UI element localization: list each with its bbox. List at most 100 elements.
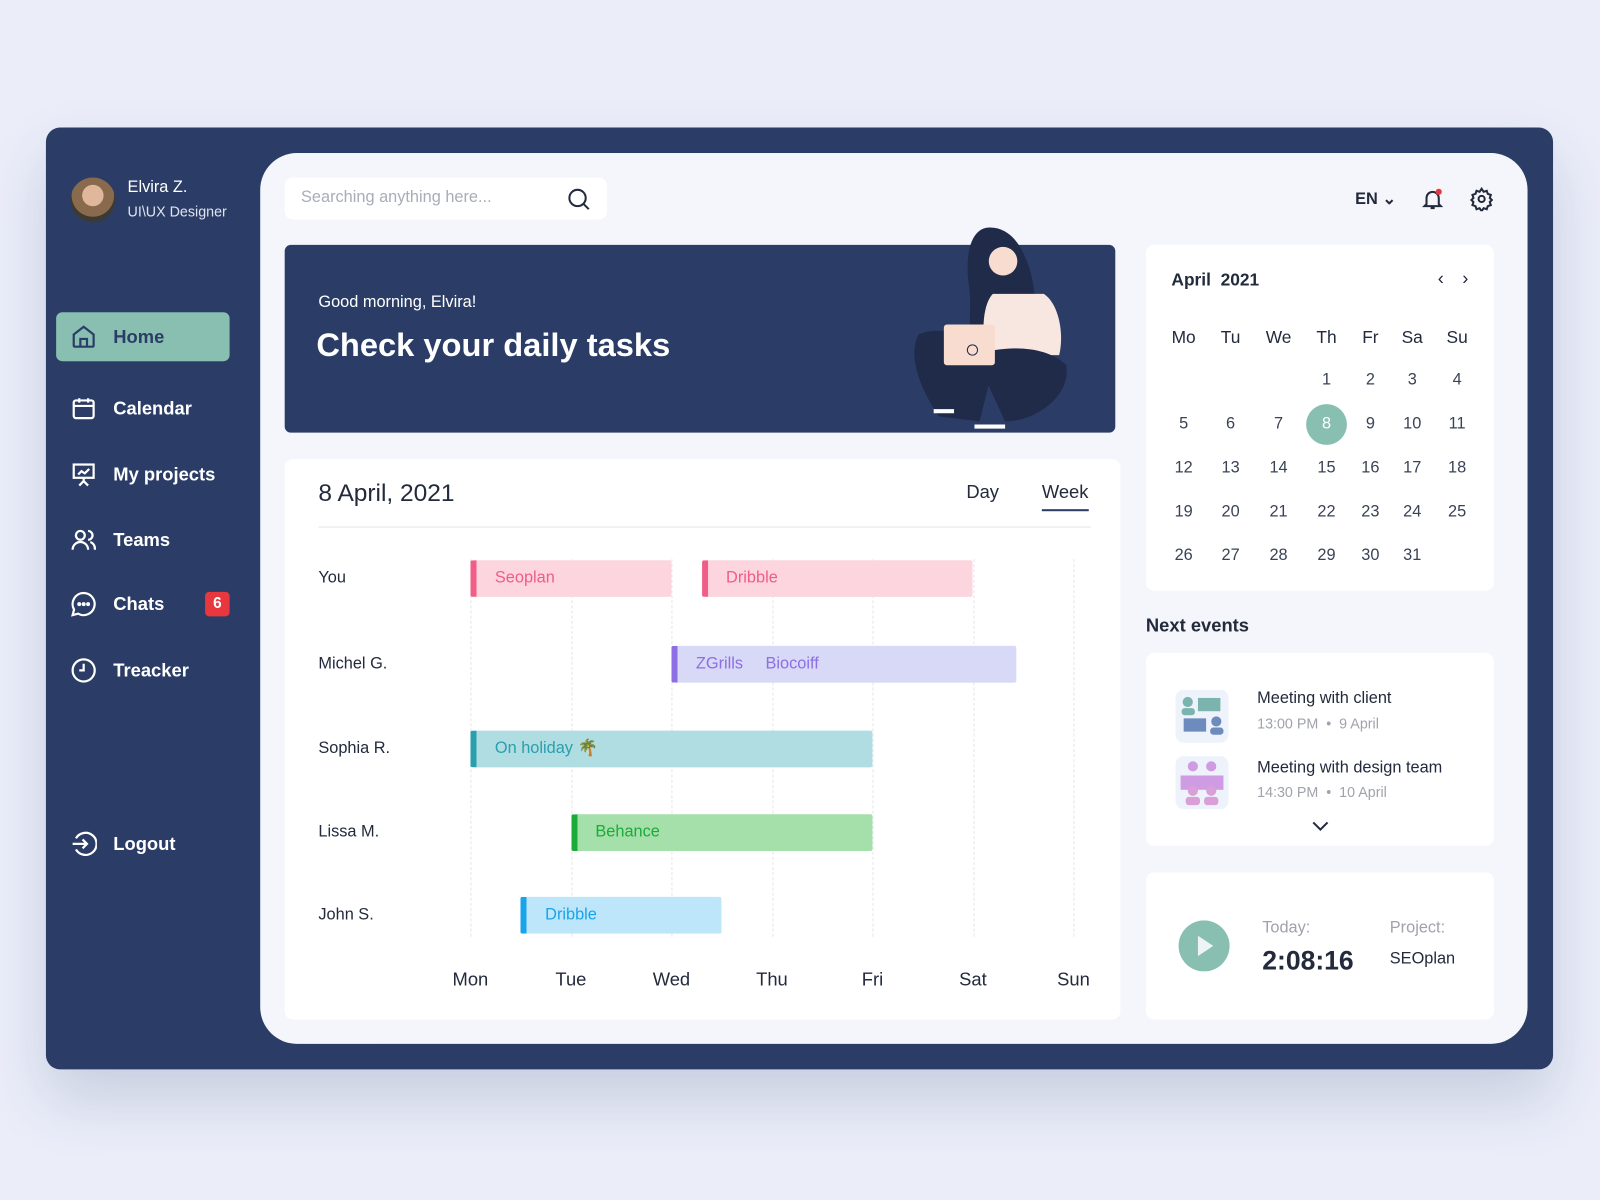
calendar-day[interactable]: 19	[1163, 503, 1204, 521]
tab-day[interactable]: Day	[966, 482, 999, 503]
tab-week[interactable]: Week	[1041, 482, 1089, 512]
member-name: You	[318, 569, 346, 587]
chats-badge: 6	[205, 591, 230, 617]
task-label: Dribble	[726, 569, 778, 587]
task-bar[interactable]: ZGrills Biocoiff	[671, 645, 1017, 683]
calendar-day[interactable]: 13	[1210, 459, 1251, 477]
sidebar-item-calendar[interactable]: Calendar	[56, 384, 229, 433]
sidebar-item-label: My projects	[113, 463, 216, 485]
day-label: Sun	[1057, 969, 1090, 990]
calendar-day[interactable]: 29	[1306, 547, 1347, 565]
calendar-day[interactable]: 3	[1392, 371, 1433, 389]
meeting-client-icon	[1175, 689, 1229, 743]
chat-icon	[71, 591, 96, 617]
play-button[interactable]	[1178, 920, 1230, 972]
calendar-day[interactable]: 6	[1210, 415, 1251, 433]
clock-icon	[71, 658, 96, 683]
chevron-down-icon[interactable]	[1311, 820, 1329, 832]
language-value: EN	[1355, 190, 1378, 209]
prev-month-icon[interactable]: ‹	[1438, 268, 1444, 289]
day-gridline	[872, 559, 874, 937]
day-label: Tue	[555, 969, 587, 990]
weekday-label: Mo	[1171, 327, 1196, 347]
task-label: Behance	[595, 823, 660, 841]
calendar-icon	[72, 398, 95, 420]
sidebar-item-label: Treacker	[113, 659, 189, 681]
calendar-day[interactable]: 21	[1258, 503, 1299, 521]
divider	[318, 526, 1091, 528]
sidebar-item-label: Chats	[113, 593, 165, 614]
calendar-day[interactable]: 16	[1350, 459, 1391, 477]
user-role: UI\UX Designer	[127, 203, 227, 220]
meeting-team-icon	[1175, 756, 1229, 810]
today-label: Today:	[1262, 919, 1311, 937]
calendar-day[interactable]: 7	[1258, 415, 1299, 433]
next-events-title: Next events	[1145, 615, 1250, 636]
calendar-day[interactable]: 15	[1306, 459, 1347, 477]
member-name: Lissa M.	[318, 823, 380, 841]
task-bar[interactable]: Dribble	[701, 560, 973, 597]
calendar-day[interactable]: 28	[1258, 547, 1299, 565]
day-label: Mon	[452, 969, 489, 990]
calendar-day[interactable]: 9	[1350, 415, 1391, 433]
weekday-label: Th	[1316, 327, 1337, 347]
logout-button[interactable]: Logout	[56, 819, 229, 868]
day-gridline	[1073, 559, 1075, 937]
calendar-day[interactable]: 20	[1210, 503, 1251, 521]
user-name: Elvira Z.	[127, 178, 188, 196]
calendar-day[interactable]: 26	[1163, 547, 1204, 565]
chevron-down-icon: ⌄	[1382, 190, 1397, 209]
language-select[interactable]: EN ⌄	[1355, 189, 1396, 209]
sidebar-item-treacker[interactable]: Treacker	[56, 646, 229, 695]
sidebar-item-label: Calendar	[113, 397, 192, 418]
calendar-day[interactable]: 1	[1306, 371, 1347, 389]
sidebar-item-chats[interactable]: Chats 6	[56, 580, 230, 629]
calendar-day[interactable]: 14	[1258, 459, 1299, 477]
project-label: Project:	[1389, 919, 1446, 937]
calendar-day[interactable]: 11	[1437, 415, 1478, 433]
day-label: Sat	[959, 969, 987, 990]
calendar-day[interactable]: 30	[1350, 547, 1391, 565]
tracker-time: 2:08:16	[1262, 944, 1354, 976]
greeting: Good morning, Elvira!	[318, 293, 477, 312]
task-bar[interactable]: Dribble	[520, 896, 722, 934]
calendar-day[interactable]: 23	[1350, 503, 1391, 521]
logout-label: Logout	[113, 833, 176, 854]
calendar-day[interactable]: 17	[1392, 459, 1433, 477]
calendar-day[interactable]: 10	[1392, 415, 1433, 433]
project-name: SEOplan	[1389, 949, 1456, 968]
bell-icon[interactable]	[1420, 187, 1444, 211]
task-bar[interactable]: Seoplan	[470, 560, 672, 597]
sidebar-item-teams[interactable]: Teams	[56, 515, 229, 564]
search-placeholder: Searching anything here...	[301, 188, 492, 207]
calendar-day[interactable]: 2	[1350, 371, 1391, 389]
event-title[interactable]: Meeting with client	[1257, 690, 1391, 708]
calendar-day[interactable]: 25	[1437, 503, 1478, 521]
next-month-icon[interactable]: ›	[1462, 268, 1468, 289]
calendar-day[interactable]: 27	[1210, 547, 1251, 565]
calendar-day[interactable]: 24	[1392, 503, 1433, 521]
calendar-day[interactable]: 4	[1437, 371, 1478, 389]
calendar-day[interactable]: 18	[1437, 459, 1478, 477]
task-label: Dribble	[545, 906, 597, 924]
task-bar[interactable]: Behance	[570, 814, 873, 852]
search-input[interactable]: Searching anything here...	[284, 177, 608, 220]
weekday-label: Tu	[1220, 327, 1241, 347]
woman-laptop-illustration	[914, 227, 1067, 429]
calendar-day[interactable]: 5	[1163, 415, 1204, 433]
member-name: Sophia R.	[318, 739, 391, 758]
home-icon	[72, 325, 95, 348]
task-label: On holiday 🌴	[494, 739, 598, 758]
sidebar-item-my-projects[interactable]: My projects	[56, 450, 229, 499]
avatar[interactable]	[70, 177, 116, 223]
calendar-day[interactable]: 31	[1392, 547, 1433, 565]
sidebar-item-home[interactable]: Home	[56, 312, 230, 362]
gear-icon[interactable]	[1469, 186, 1494, 212]
calendar-day[interactable]: 22	[1306, 503, 1347, 521]
calendar-day[interactable]: 12	[1163, 459, 1204, 477]
event-title[interactable]: Meeting with design team	[1257, 759, 1442, 777]
task-bar[interactable]: On holiday 🌴	[470, 730, 873, 768]
task-label: Seoplan	[494, 569, 555, 587]
search-icon[interactable]	[566, 187, 590, 211]
calendar-day-selected[interactable]: 8	[1306, 404, 1347, 445]
